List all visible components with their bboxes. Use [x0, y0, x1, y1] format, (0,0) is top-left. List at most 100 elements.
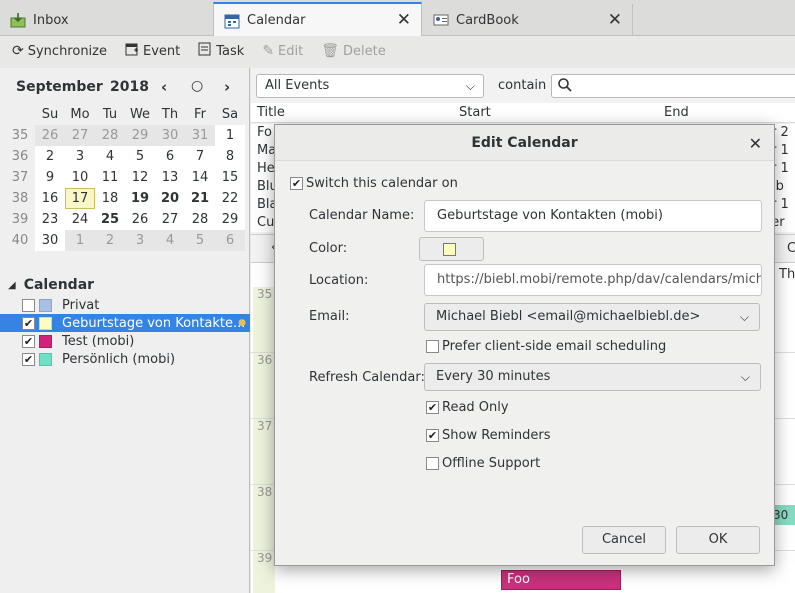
checkbox[interactable]: ✔ — [22, 334, 35, 348]
day-cell[interactable]: 27 — [65, 125, 95, 146]
day-cell[interactable]: 2 — [35, 146, 65, 167]
day-cell[interactable]: 25 — [95, 209, 125, 230]
weekday: Tu — [102, 107, 118, 122]
day-cell[interactable]: 9 — [35, 167, 65, 188]
prefer-client-scheduling-checkbox[interactable]: Prefer client-side email scheduling — [426, 339, 666, 354]
read-only-checkbox[interactable]: ✔ Read Only — [426, 400, 509, 415]
calendar-name-input[interactable]: Geburtstage von Kontakten (mobi) — [424, 200, 762, 232]
day-cell[interactable]: 30 — [35, 230, 65, 251]
new-event-button[interactable]: Event — [125, 42, 180, 60]
day-cell[interactable]: 7 — [185, 146, 215, 167]
show-reminders-checkbox[interactable]: ✔ Show Reminders — [426, 428, 551, 443]
column-end[interactable]: End — [664, 105, 689, 120]
day-cell[interactable]: 26 — [35, 125, 65, 146]
day-cell[interactable]: 23 — [35, 209, 65, 230]
day-cell[interactable]: 6 — [215, 230, 245, 251]
checkbox[interactable] — [426, 340, 439, 353]
day-cell[interactable]: 12 — [125, 167, 155, 188]
calendar-item-privat[interactable]: Privat — [0, 296, 250, 314]
day-cell[interactable]: 4 — [95, 146, 125, 167]
day-cell[interactable]: 24 — [65, 209, 95, 230]
day-cell[interactable]: 4 — [155, 230, 185, 251]
edit-button[interactable]: ✎ Edit — [262, 43, 303, 59]
tab-calendar[interactable]: Calendar ✕ — [213, 2, 422, 37]
day-cell[interactable]: 28 — [185, 209, 215, 230]
event-filter-select[interactable]: All Events ⌵ — [256, 74, 484, 98]
day-cell[interactable]: 6 — [155, 146, 185, 167]
day-cell[interactable]: 5 — [185, 230, 215, 251]
tab-inbox[interactable]: Inbox — [0, 4, 212, 36]
calendar-list-header[interactable]: ◢ Calendar — [0, 274, 250, 296]
day-cell[interactable]: 19 — [125, 188, 155, 209]
day-cell[interactable]: 3 — [125, 230, 155, 251]
new-task-button[interactable]: Task — [198, 42, 244, 60]
minimonth-month[interactable]: September — [16, 79, 103, 95]
search-input[interactable] — [551, 74, 795, 98]
day-cell[interactable]: 11 — [95, 167, 125, 188]
day-cell[interactable]: 27 — [155, 209, 185, 230]
day-cell[interactable]: 28 — [95, 125, 125, 146]
day-cell[interactable]: 26 — [125, 209, 155, 230]
day-cell[interactable]: 14 — [185, 167, 215, 188]
column-start[interactable]: Start — [459, 105, 491, 120]
switch-calendar-on-checkbox[interactable]: ✔ Switch this calendar on — [290, 176, 458, 191]
day-cell[interactable]: 30 — [155, 125, 185, 146]
day-cell[interactable]: 3 — [65, 146, 95, 167]
chevron-right-icon[interactable]: › — [224, 78, 230, 96]
offline-support-checkbox[interactable]: Offline Support — [426, 456, 540, 471]
column-title[interactable]: Title — [257, 105, 285, 120]
synchronize-button[interactable]: ⟳ Synchronize — [12, 43, 107, 59]
location-input[interactable]: https://biebl.mobi/remote.php/dav/calend… — [424, 264, 762, 296]
day-cell[interactable]: 20 — [155, 188, 185, 209]
email-select-value: Michael Biebl <email@michaelbiebl.de> — [436, 309, 701, 324]
day-cell[interactable]: 15 — [215, 167, 245, 188]
expander-down-icon[interactable]: ◢ — [8, 280, 16, 291]
color-picker-button[interactable] — [419, 237, 484, 261]
event-item[interactable]: 30 C — [773, 505, 795, 525]
minimonth-year[interactable]: 2018 — [110, 79, 149, 95]
calendar-item-test[interactable]: ✔ Test (mobi) — [0, 332, 250, 350]
day-cell[interactable]: 13 — [155, 167, 185, 188]
chevron-down-icon: ⌵ — [739, 310, 749, 324]
day-cell[interactable]: 1 — [215, 125, 245, 146]
email-select[interactable]: Michael Biebl <email@michaelbiebl.de> ⌵ — [424, 303, 760, 331]
day-cell[interactable]: 22 — [215, 188, 245, 209]
day-cell[interactable]: 29 — [125, 125, 155, 146]
close-icon[interactable]: ✕ — [608, 10, 622, 30]
close-icon[interactable]: ✕ — [397, 10, 411, 30]
checkbox[interactable] — [22, 298, 35, 312]
delete-button[interactable]: 🗑 Delete — [321, 43, 386, 59]
day-cell[interactable]: 10 — [65, 167, 95, 188]
checkbox[interactable]: ✔ — [426, 401, 439, 414]
checkbox[interactable]: ✔ — [290, 177, 303, 190]
refresh-select[interactable]: Every 30 minutes ⌵ — [424, 363, 761, 391]
event-item-foo[interactable]: Foo — [501, 570, 621, 590]
calendar-item-persoenlich[interactable]: ✔ Persönlich (mobi) — [0, 350, 250, 368]
synchronize-label: Synchronize — [27, 43, 107, 59]
cancel-button[interactable]: Cancel — [582, 526, 666, 554]
day-cell[interactable]: 18 — [95, 188, 125, 209]
day-cell[interactable]: 2 — [95, 230, 125, 251]
day-cell[interactable]: 16 — [35, 188, 65, 209]
checkbox[interactable]: ✔ — [22, 352, 35, 366]
calendar-list-title: Calendar — [23, 277, 95, 293]
tab-cardbook[interactable]: CardBook ✕ — [423, 4, 633, 36]
day-cell[interactable]: 8 — [215, 146, 245, 167]
day-cell[interactable]: 21 — [185, 188, 215, 209]
day-cell-today[interactable]: 17 — [65, 188, 95, 209]
task-icon — [198, 42, 212, 60]
close-icon[interactable]: ✕ — [749, 134, 762, 153]
calendar-item-geburtstage[interactable]: ✔ Geburtstage von Kontakte... ● — [0, 314, 250, 332]
checkbox[interactable]: ✔ — [426, 429, 439, 442]
checkbox[interactable]: ✔ — [22, 316, 35, 330]
chevron-left-icon[interactable]: ‹ — [161, 78, 167, 96]
day-cell[interactable]: 31 — [185, 125, 215, 146]
day-cell[interactable]: 5 — [125, 146, 155, 167]
address-book-icon — [433, 12, 449, 28]
day-cell[interactable]: 1 — [65, 230, 95, 251]
checkbox[interactable] — [426, 457, 439, 470]
day-cell[interactable]: 29 — [215, 209, 245, 230]
ok-button[interactable]: OK — [676, 526, 760, 554]
color-swatch — [39, 298, 52, 312]
today-circle-icon[interactable]: ○ — [191, 78, 203, 94]
